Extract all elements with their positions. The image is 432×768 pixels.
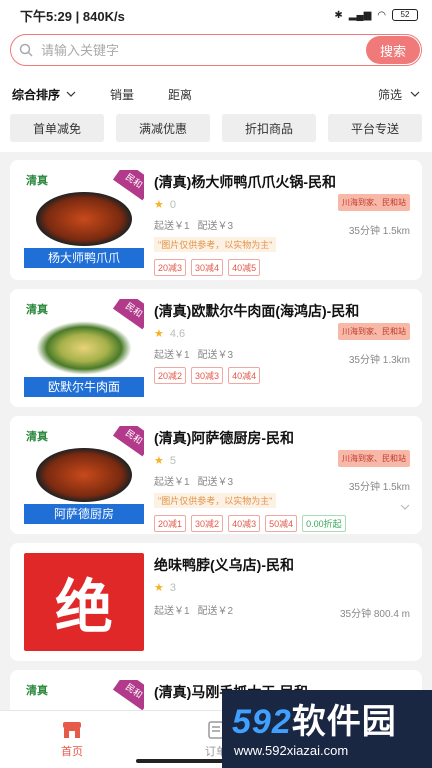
- time-distance: 35分钟 1.5km: [348, 482, 410, 493]
- coupon: 20减1: [154, 515, 187, 532]
- area-ribbon: 民和: [112, 680, 144, 711]
- area-ribbon: 民和: [112, 299, 144, 330]
- signal-icon: ▂▄▆: [348, 9, 372, 21]
- sort-distance[interactable]: 距离: [168, 86, 192, 103]
- area-ribbon: 民和: [112, 426, 144, 457]
- coupon: 40减4: [228, 367, 261, 384]
- tab-full-reduction[interactable]: 满减优惠: [116, 114, 210, 142]
- shop-name: (清真)阿萨德厨房-民和: [154, 430, 294, 446]
- discount-coupon: 0.00折起: [302, 515, 346, 532]
- shop-info: (清真)欧默尔牛肉面(海鸿店)-民和 ★ 4.6 川海到家、民和站 起送￥1 配送￥…: [154, 299, 410, 407]
- chevron-down-icon[interactable]: [400, 504, 410, 510]
- search-button[interactable]: 搜索: [366, 36, 420, 64]
- star-icon: ★: [154, 582, 164, 594]
- coupon: 20减2: [154, 367, 187, 384]
- sort-bar: 综合排序 销量 距离 筛选: [0, 74, 432, 114]
- shop-rating: ★ 3: [154, 581, 176, 595]
- shop-thumbnail: 绝: [24, 553, 144, 651]
- star-icon: ★: [154, 455, 164, 467]
- station-badge: 川海到家、民和站: [338, 194, 410, 211]
- halal-tag: 清真: [26, 304, 48, 316]
- search-area: 搜索: [0, 30, 432, 74]
- quick-tabs: 首单减免 满减优惠 折扣商品 平台专送: [0, 114, 432, 152]
- thumb-label: 杨大师鸭爪爪: [24, 248, 144, 268]
- star-icon: ★: [154, 199, 164, 211]
- coupon: 40减5: [228, 259, 261, 276]
- halal-tag: 清真: [26, 685, 48, 697]
- coupon: 30减4: [191, 259, 224, 276]
- nav-home[interactable]: 首页: [0, 711, 144, 768]
- search-input[interactable]: [41, 42, 366, 58]
- shop-thumbnail: 清真 民和 杨大师鸭爪爪: [24, 170, 144, 268]
- bluetooth-icon: ✱: [334, 9, 343, 21]
- filter-button[interactable]: 筛选: [378, 74, 420, 114]
- hotpot-image: [36, 192, 132, 246]
- area-ribbon: 民和: [112, 170, 144, 201]
- chevron-down-icon: [410, 91, 420, 97]
- shop-list: 清真 民和 杨大师鸭爪爪 (清真)杨大师鸭爪爪火锅-民和 ★ 0 川海到家、民和站…: [0, 152, 432, 768]
- shop-card[interactable]: 清真 民和 阿萨德厨房 (清真)阿萨德厨房-民和 ★ 5 川海到家、民和站 起送￥…: [10, 416, 422, 534]
- shop-info: (清真)杨大师鸭爪爪火锅-民和 ★ 0 川海到家、民和站 起送￥1 配送￥3 35分…: [154, 170, 410, 280]
- thumb-label: 阿萨德厨房: [24, 504, 144, 524]
- shop-thumbnail: 清真 民和 欧默尔牛肉面: [24, 299, 144, 397]
- wifi-icon: ◠: [377, 9, 386, 21]
- search-bar: 搜索: [10, 34, 422, 66]
- noodle-image: [36, 321, 132, 375]
- battery-icon: 52: [392, 9, 418, 21]
- shop-thumbnail: 清真 民和 阿萨德厨房: [24, 426, 144, 524]
- time-distance: 35分钟 1.3km: [348, 355, 410, 366]
- watermark-url: www.592xiazai.com: [234, 743, 349, 758]
- tab-first-order[interactable]: 首单减免: [10, 114, 104, 142]
- coupon-list: 20减1 30减2 40减3 50减4 0.00折起: [154, 515, 410, 532]
- shop-card[interactable]: 清真 民和 欧默尔牛肉面 (清真)欧默尔牛肉面(海鸿店)-民和 ★ 4.6 川海到…: [10, 289, 422, 407]
- station-badge: 川海到家、民和站: [338, 323, 410, 340]
- shop-name: 绝味鸭脖(义乌店)-民和: [154, 557, 294, 573]
- tab-platform-delivery[interactable]: 平台专送: [328, 114, 422, 142]
- dish-image: [36, 448, 132, 502]
- star-icon: ★: [154, 328, 164, 340]
- juewei-logo: 绝: [24, 553, 144, 651]
- coupon: 50减4: [265, 515, 298, 532]
- home-store-icon: [63, 722, 81, 738]
- shop-name: (清真)杨大师鸭爪爪火锅-民和: [154, 174, 336, 190]
- shop-card[interactable]: 绝 绝味鸭脖(义乌店)-民和 ★ 3 起送￥1 配送￥2 35分钟 800.4 m: [10, 543, 422, 661]
- coupon: 20减3: [154, 259, 187, 276]
- halal-tag: 清真: [26, 431, 48, 443]
- tab-discount[interactable]: 折扣商品: [222, 114, 316, 142]
- time-distance: 35分钟 1.5km: [348, 226, 410, 237]
- image-notice: "图片仅供参考，以实物为主": [154, 493, 277, 508]
- thumb-label: 欧默尔牛肉面: [24, 377, 144, 397]
- shop-info: (清真)阿萨德厨房-民和 ★ 5 川海到家、民和站 起送￥1 配送￥3 35分钟 1…: [154, 426, 410, 534]
- shop-info: 绝味鸭脖(义乌店)-民和 ★ 3 起送￥1 配送￥2 35分钟 800.4 m: [154, 553, 410, 661]
- sort-sales[interactable]: 销量: [110, 86, 134, 103]
- coupon-list: 20减2 30减3 40减4: [154, 367, 410, 384]
- time-distance: 35分钟 800.4 m: [339, 609, 410, 620]
- coupon: 30减2: [191, 515, 224, 532]
- search-icon: [11, 43, 41, 57]
- shop-card[interactable]: 清真 民和 杨大师鸭爪爪 (清真)杨大师鸭爪爪火锅-民和 ★ 0 川海到家、民和站…: [10, 160, 422, 280]
- halal-tag: 清真: [26, 175, 48, 187]
- station-badge: 川海到家、民和站: [338, 450, 410, 467]
- coupon: 40减3: [228, 515, 261, 532]
- chevron-down-icon: [66, 91, 76, 97]
- status-time-speed: 下午5:29 | 840K/s: [20, 8, 125, 24]
- coupon: 30减3: [191, 367, 224, 384]
- coupon-list: 20减3 30减4 40减5: [154, 259, 410, 276]
- image-notice: "图片仅供参考，以实物为主": [154, 237, 277, 252]
- status-icons: ✱ ▂▄▆ ◠ 52: [334, 9, 418, 21]
- status-bar: 下午5:29 | 840K/s ✱ ▂▄▆ ◠ 52: [0, 0, 432, 30]
- watermark-logo: 592软件园 www.592xiazai.com: [222, 690, 432, 768]
- sort-comprehensive[interactable]: 综合排序: [12, 86, 76, 103]
- shop-name: (清真)欧默尔牛肉面(海鸿店)-民和: [154, 303, 360, 319]
